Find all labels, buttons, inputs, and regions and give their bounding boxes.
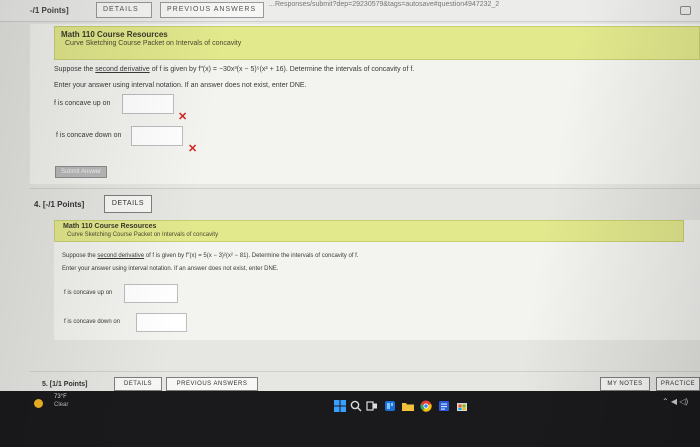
weather-temperature: 73°F	[54, 394, 67, 400]
store-icon[interactable]	[456, 399, 468, 411]
details-button[interactable]: DETAILS	[104, 195, 152, 213]
url-fragment: …Responses/submit?dep=29230579&tags=auto…	[268, 1, 500, 8]
system-tray[interactable]: ⌃ ◀ ◁)	[662, 397, 688, 406]
incorrect-icon: ✕	[178, 111, 188, 123]
submit-answer-button[interactable]: Submit Answer	[55, 166, 107, 178]
second-derivative-link[interactable]: second derivative	[95, 66, 149, 73]
concave-up-label: f is concave up on	[54, 100, 111, 107]
task-view-icon[interactable]	[366, 399, 378, 411]
previous-answers-button[interactable]: PREVIOUS ANSWERS	[166, 377, 258, 391]
banner-title: Math 110 Course Resources	[61, 30, 168, 39]
my-notes-button[interactable]: MY NOTES	[600, 377, 650, 391]
banner-subtitle[interactable]: Curve Sketching Course Packet on Interva…	[65, 40, 241, 47]
concave-down-label: f is concave down on	[56, 132, 122, 139]
weather-condition: Clear	[54, 402, 69, 408]
search-icon[interactable]	[350, 399, 362, 412]
course-resources-banner: Math 110 Course Resources Curve Sketchin…	[54, 220, 684, 242]
previous-answers-button[interactable]: PREVIOUS ANSWERS	[160, 2, 264, 18]
divider	[30, 371, 700, 372]
banner-title: Math 110 Course Resources	[63, 223, 157, 230]
question-3-instructions: Enter your answer using interval notatio…	[54, 82, 307, 89]
sun-icon	[34, 399, 43, 408]
word-icon[interactable]	[438, 399, 450, 411]
question-points: -/1 Points]	[30, 6, 69, 15]
divider	[30, 188, 700, 189]
widgets-icon[interactable]	[384, 399, 396, 411]
file-explorer-icon[interactable]	[402, 399, 414, 411]
course-resources-banner: Math 110 Course Resources Curve Sketchin…	[54, 26, 700, 60]
incorrect-icon: ✕	[188, 143, 198, 155]
taskbar: 73°F Clear ⌃ ◀ ◁)	[0, 391, 700, 447]
details-button[interactable]: DETAILS	[114, 377, 162, 391]
question-4-instructions: Enter your answer using interval notatio…	[62, 266, 279, 272]
question-5-header: 5. [1/1 Points]	[42, 381, 88, 388]
camera-icon[interactable]	[680, 6, 691, 15]
details-button[interactable]: DETAILS	[96, 2, 152, 18]
second-derivative-link[interactable]: second derivative	[97, 253, 144, 259]
top-strip: -/1 Points] DETAILS PREVIOUS ANSWERS …Re…	[0, 0, 700, 22]
concave-down-input[interactable]	[136, 313, 187, 332]
windows-start-icon[interactable]	[334, 399, 346, 412]
concave-down-input[interactable]	[131, 126, 183, 146]
chrome-icon[interactable]	[420, 399, 432, 412]
concave-down-label: f is concave down on	[64, 319, 121, 325]
banner-subtitle[interactable]: Curve Sketching Course Packet on Interva…	[67, 232, 218, 238]
question-3-prompt: Suppose the second derivative of f is gi…	[54, 66, 415, 73]
question-4-prompt: Suppose the second derivative of f is gi…	[62, 253, 359, 259]
concave-up-input[interactable]	[122, 94, 174, 114]
concave-up-label: f is concave up on	[64, 290, 113, 296]
concave-up-input[interactable]	[124, 284, 178, 303]
question-4-header: 4. [-/1 Points]	[34, 200, 85, 209]
practice-button[interactable]: PRACTICE	[656, 377, 700, 391]
